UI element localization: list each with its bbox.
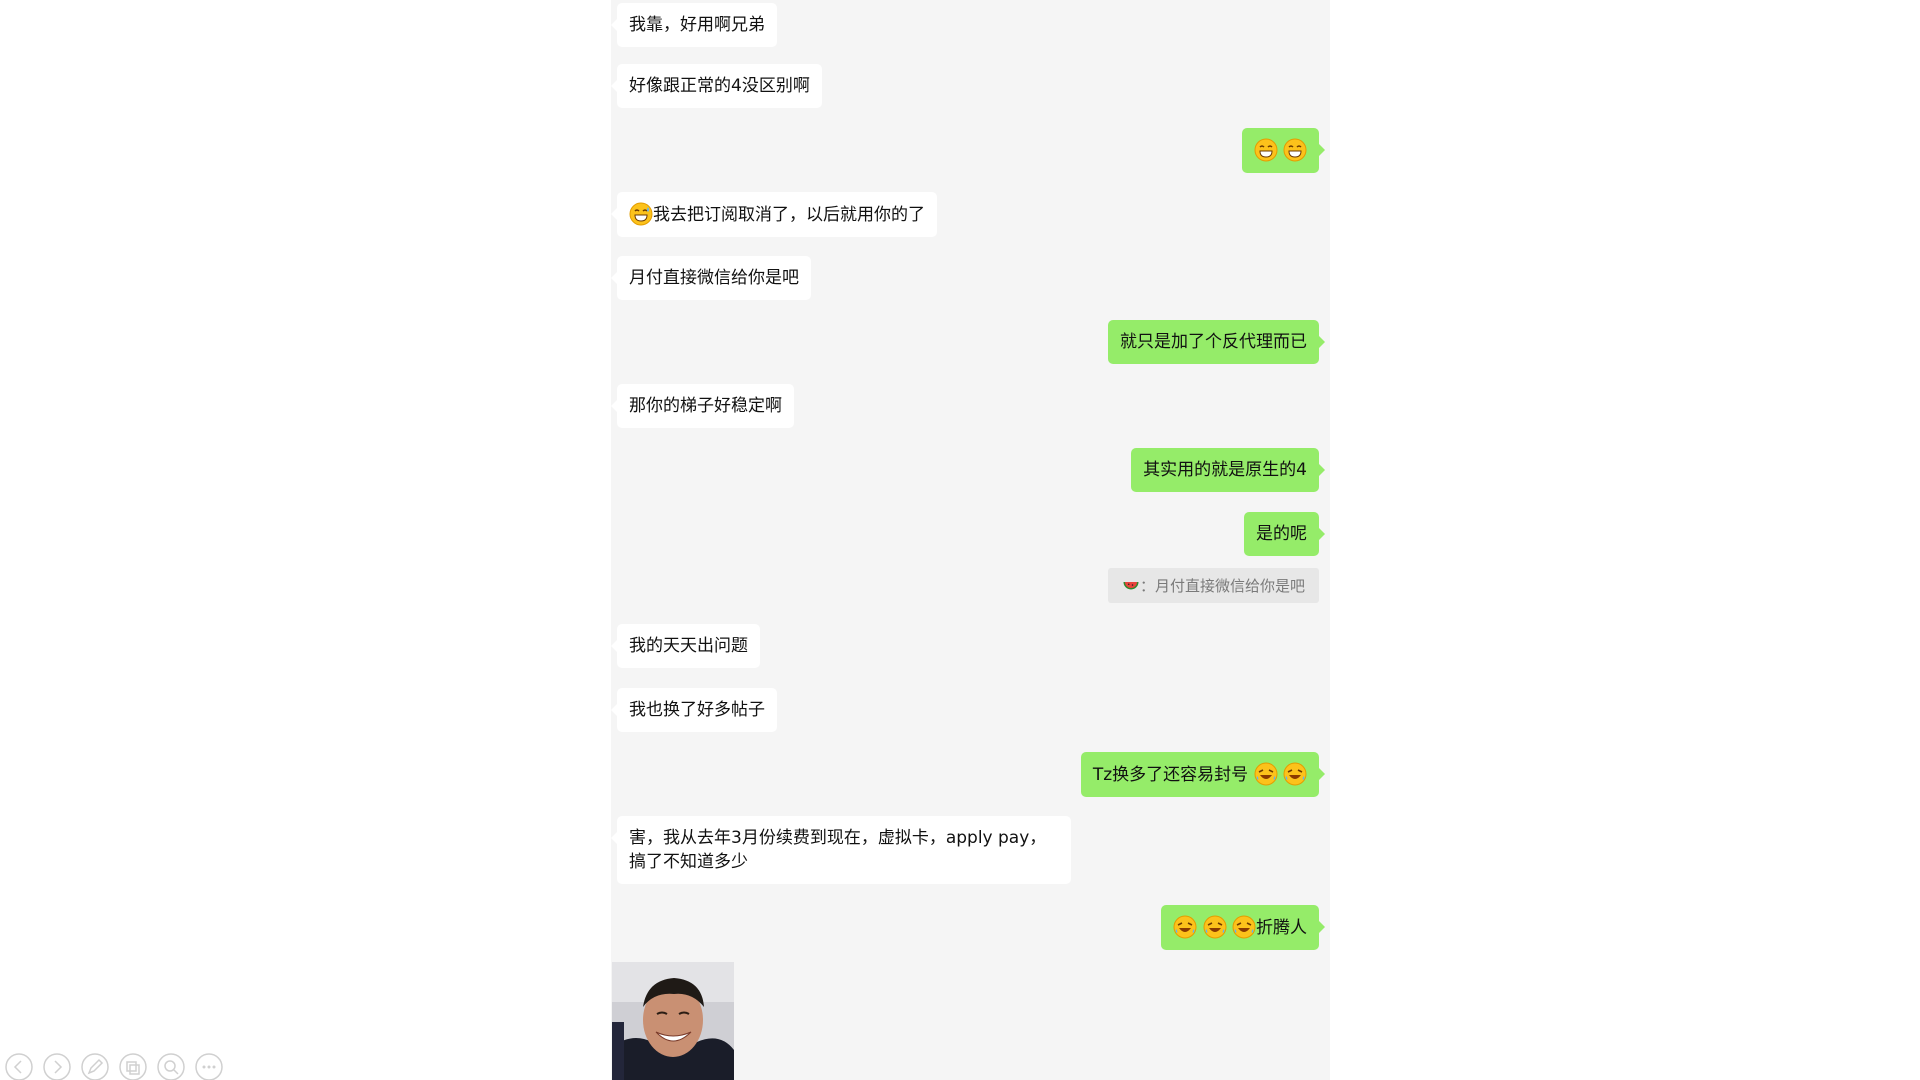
quoted-reply: ：月付直接微信给你是吧 (1107, 568, 1319, 603)
laugh-sweat-emoji (629, 202, 653, 226)
outgoing-message: Tz换多了还容易封号 (1080, 752, 1326, 797)
incoming-message: 我靠，好用啊兄弟 (611, 3, 777, 47)
quote-row: ：月付直接微信给你是吧 (611, 568, 1330, 603)
outgoing-message (1241, 128, 1326, 173)
message-text: 其实用的就是原生的4 (1143, 460, 1307, 480)
grin-emoji (1254, 138, 1278, 162)
message-row (611, 128, 1330, 173)
message-row: 那你的梯子好稳定啊 (611, 384, 1330, 428)
message-row: 我去把订阅取消了，以后就用你的了 (611, 192, 1330, 237)
message-text: 好像跟正常的4没区别啊 (629, 76, 810, 96)
message-text: 我也换了好多帖子 (629, 700, 765, 720)
rofl-emoji (1283, 762, 1307, 786)
next-icon[interactable] (42, 1052, 72, 1080)
incoming-message: 好像跟正常的4没区别啊 (611, 64, 822, 108)
message-row: 折腾人 (611, 905, 1330, 950)
message-text: 折腾人 (1256, 918, 1307, 938)
message-text: Tz换多了还容易封号 (1092, 765, 1249, 785)
slideshow-toolbar (4, 1052, 224, 1080)
message-text: 月付直接微信给你是吧 (629, 268, 799, 288)
outgoing-message: 是的呢 (1244, 512, 1325, 556)
rofl-emoji (1203, 915, 1227, 939)
previous-icon[interactable] (4, 1052, 34, 1080)
message-row: 我的天天出问题 (611, 624, 1330, 668)
chat-panel: 我靠，好用啊兄弟 好像跟正常的4没区别啊 我去把订阅取消了，以后就用你的了 月付… (611, 0, 1330, 1080)
message-row: 我也换了好多帖子 (611, 688, 1330, 732)
message-text: 我去把订阅取消了，以后就用你的了 (653, 205, 925, 225)
rofl-emoji (1254, 762, 1278, 786)
message-text: 是的呢 (1256, 524, 1307, 544)
incoming-message: 害，我从去年3月份续费到现在，虚拟卡，apply pay，搞了不知道多少 (611, 816, 1071, 884)
outgoing-message: 折腾人 (1161, 905, 1325, 950)
rofl-emoji (1173, 915, 1197, 939)
message-row: 好像跟正常的4没区别啊 (611, 64, 1330, 108)
rofl-emoji (1232, 915, 1256, 939)
message-text: 我靠，好用啊兄弟 (629, 15, 765, 35)
incoming-message: 月付直接微信给你是吧 (611, 256, 811, 300)
incoming-message: 我的天天出问题 (611, 624, 760, 668)
slideshow-stage: 我靠，好用啊兄弟 好像跟正常的4没区别啊 我去把订阅取消了，以后就用你的了 月付… (0, 0, 1920, 1080)
incoming-message: 我也换了好多帖子 (611, 688, 777, 732)
slides-icon[interactable] (118, 1052, 148, 1080)
more-icon[interactable] (194, 1052, 224, 1080)
message-row: 是的呢 (611, 512, 1330, 556)
message-row: 月付直接微信给你是吧 (611, 256, 1330, 300)
smiling-man-photo (612, 962, 734, 1080)
message-text: 害，我从去年3月份续费到现在，虚拟卡，apply pay，搞了不知道多少 (629, 828, 1047, 872)
message-text: 那你的梯子好稳定啊 (629, 396, 782, 416)
incoming-message: 那你的梯子好稳定啊 (611, 384, 794, 428)
message-row: 其实用的就是原生的4 (611, 448, 1330, 492)
message-row: 就只是加了个反代理而已 (611, 320, 1330, 364)
quote-text: ：月付直接微信给你是吧 (1139, 577, 1305, 595)
message-row: 害，我从去年3月份续费到现在，虚拟卡，apply pay，搞了不知道多少 (611, 816, 1330, 884)
incoming-message: 我去把订阅取消了，以后就用你的了 (611, 192, 937, 237)
message-row: Tz换多了还容易封号 (611, 752, 1330, 797)
grin-emoji (1283, 138, 1307, 162)
watermelon-icon (1123, 582, 1139, 590)
message-row: 我靠，好用啊兄弟 (611, 3, 1330, 47)
outgoing-message: 其实用的就是原生的4 (1131, 448, 1325, 492)
message-text: 我的天天出问题 (629, 636, 748, 656)
outgoing-message: 就只是加了个反代理而已 (1108, 320, 1325, 364)
zoom-icon[interactable] (156, 1052, 186, 1080)
pen-icon[interactable] (80, 1052, 110, 1080)
message-text: 就只是加了个反代理而已 (1120, 332, 1307, 352)
